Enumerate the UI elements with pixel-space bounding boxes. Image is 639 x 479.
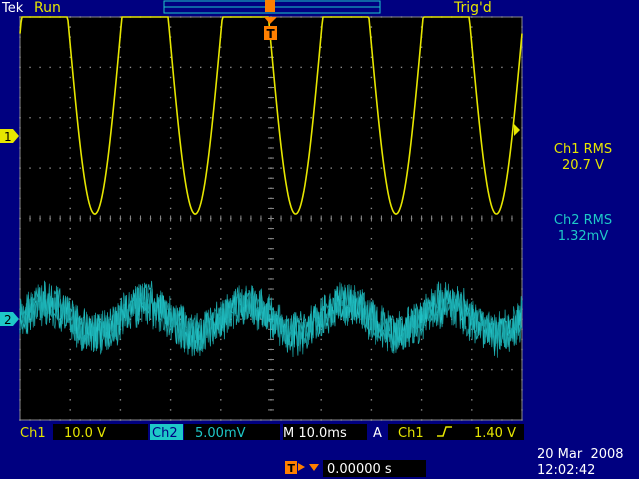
svg-text:20.7 V: 20.7 V: [562, 158, 604, 173]
ch2-scale[interactable]: 5.00mV: [195, 426, 246, 441]
svg-text:1.32mV: 1.32mV: [558, 229, 609, 244]
graticule: [19, 16, 523, 421]
trigger-mode: A: [373, 426, 382, 441]
ch1-label: Ch1: [20, 426, 46, 441]
ch2-ground-marker[interactable]: 2: [0, 312, 19, 327]
trigger-status: Trig'd: [453, 0, 492, 16]
measurement-ch2-rms: Ch2 RMS 1.32mV: [554, 213, 612, 244]
time-display: 12:02:42: [537, 463, 595, 478]
svg-text:2: 2: [4, 313, 12, 327]
svg-text:0.00000 s: 0.00000 s: [327, 462, 392, 477]
svg-text:Ch1 RMS: Ch1 RMS: [554, 142, 612, 157]
svg-text:1: 1: [4, 130, 12, 144]
run-status: Run: [34, 0, 61, 16]
status-bar: Ch1 10.0 V Ch2 5.00mV M 10.0ms A Ch1 1.4…: [20, 424, 524, 441]
svg-text:T: T: [267, 27, 276, 41]
trigger-level[interactable]: 1.40 V: [474, 426, 516, 441]
arrow-right-icon: [298, 463, 305, 471]
ch1-ground-marker[interactable]: 1: [0, 129, 19, 144]
trigger-position-readout[interactable]: T 0.00000 s: [285, 460, 426, 477]
svg-text:T: T: [288, 462, 296, 475]
measurement-ch1-rms: Ch1 RMS 20.7 V: [554, 142, 612, 173]
ch2-label: Ch2: [152, 426, 178, 441]
timebase[interactable]: M 10.0ms: [283, 426, 347, 441]
svg-text:Ch2 RMS: Ch2 RMS: [554, 213, 612, 228]
arrow-down-icon: [309, 464, 319, 471]
ch1-scale[interactable]: 10.0 V: [64, 426, 106, 441]
oscilloscope-screen: Tek Run Trig'd T 1 2 Ch1 RMS 20.7 V Ch2 …: [0, 0, 639, 478]
date-display: 20 Mar 2008: [537, 447, 624, 462]
trigger-source[interactable]: Ch1: [398, 426, 424, 441]
brand-logo: Tek: [1, 1, 24, 16]
